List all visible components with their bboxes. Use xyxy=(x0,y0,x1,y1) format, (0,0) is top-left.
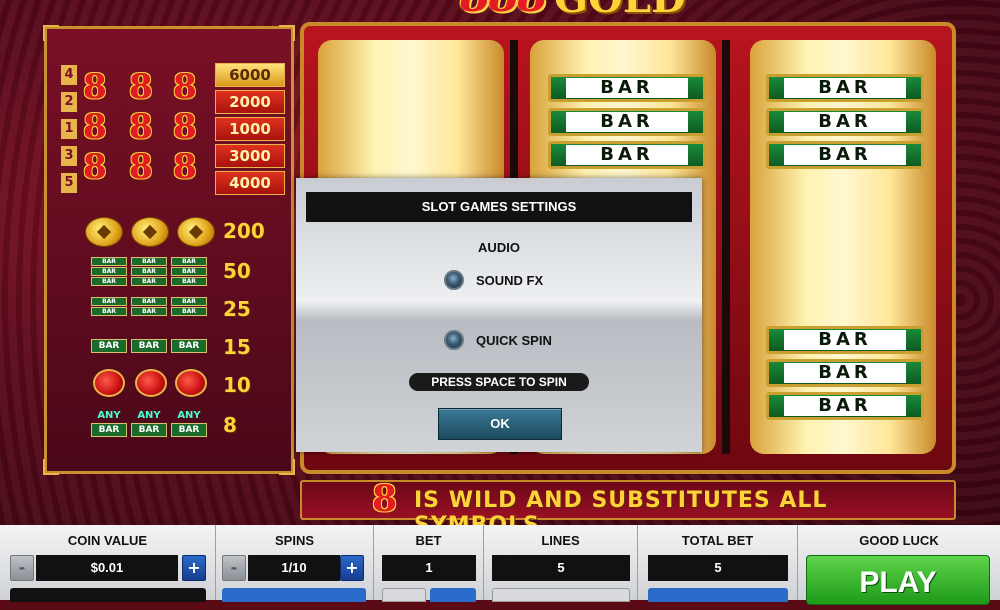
wild-eight-symbol: 8 xyxy=(372,478,398,520)
logo-word: GOLD xyxy=(554,0,686,22)
triple-bar-icon: BAR BAR BAR xyxy=(171,257,207,287)
line-win-value: 3000 xyxy=(215,144,285,168)
pay-value: 25 xyxy=(223,297,251,321)
quick-spin-label: QUICK SPIN xyxy=(476,332,552,348)
pay-value: 50 xyxy=(223,259,251,283)
pay-value: 200 xyxy=(223,219,265,243)
spins-increase-button[interactable]: + xyxy=(340,555,364,581)
any-bar-icon: BAR xyxy=(91,423,127,438)
total-bet-panel: TOTAL BET 5 xyxy=(638,525,798,602)
dialog-title: SLOT GAMES SETTINGS xyxy=(306,192,692,222)
settings-dialog: SLOT GAMES SETTINGS AUDIO SOUND FX QUICK… xyxy=(296,178,702,452)
sound-fx-radio[interactable] xyxy=(444,270,464,290)
bar-symbol: BAR xyxy=(766,141,924,169)
line-win-value: 1000 xyxy=(215,117,285,141)
corner-ornament xyxy=(279,459,295,475)
spins-display: 1/10 xyxy=(248,555,340,581)
coin-icon xyxy=(131,217,169,247)
pay-value: 10 xyxy=(223,373,251,397)
triple-bar-icon: BAR BAR BAR xyxy=(131,257,167,287)
double-bar-icon: BAR BAR xyxy=(171,297,207,317)
reel-divider xyxy=(722,40,730,454)
any-label: ANY xyxy=(97,410,121,421)
bar-symbol: BAR xyxy=(548,141,706,169)
ok-button[interactable]: OK xyxy=(438,408,562,440)
coin-value-label: COIN VALUE xyxy=(67,533,148,548)
corner-ornament xyxy=(279,25,295,41)
spins-panel: SPINS - 1/10 + xyxy=(216,525,374,602)
lantern-icon xyxy=(93,369,125,397)
bet-display: 1 xyxy=(382,555,476,581)
single-bar-icon: BAR xyxy=(171,339,207,354)
corner-ornament xyxy=(43,459,59,475)
coin-icon xyxy=(85,217,123,247)
coin-icon xyxy=(177,217,215,247)
eight-symbol: 8 xyxy=(173,67,197,107)
line-win-value: 6000 xyxy=(215,63,285,87)
wild-banner: 8 IS WILD AND SUBSTITUTES ALL SYMBOLS xyxy=(300,478,956,538)
pay-value: 8 xyxy=(223,413,237,437)
any-label: ANY xyxy=(177,410,201,421)
lines-panel: LINES 5 xyxy=(484,525,638,602)
double-bar-icon: BAR BAR xyxy=(91,297,127,317)
line-win-value: 2000 xyxy=(215,90,285,114)
double-bar-icon: BAR BAR xyxy=(131,297,167,317)
bar-symbol: BAR xyxy=(766,359,924,387)
payline-number: 2 xyxy=(61,92,77,112)
lantern-icon xyxy=(135,369,167,397)
coin-value-display: $0.01 xyxy=(36,555,178,581)
sound-fx-option[interactable]: SOUND FX xyxy=(444,268,543,292)
play-button[interactable]: PLAY xyxy=(806,555,990,605)
spins-label: SPINS xyxy=(274,533,314,548)
line-win-value: 4000 xyxy=(215,171,285,195)
single-bar-icon: BAR xyxy=(91,339,127,354)
lantern-icon xyxy=(175,369,207,397)
eight-symbol: 8 xyxy=(129,147,153,187)
single-bar-icon: BAR xyxy=(131,339,167,354)
any-bar-icon: BAR xyxy=(131,423,167,438)
press-space-hint: PRESS SPACE TO SPIN xyxy=(409,373,589,391)
any-bar-icon: BAR xyxy=(171,423,207,438)
spins-decrease-button[interactable]: - xyxy=(222,555,246,581)
pay-value: 15 xyxy=(223,335,251,359)
bar-symbol: BAR xyxy=(766,74,924,102)
bar-symbol: BAR xyxy=(766,326,924,354)
triple-bar-icon: BAR BAR BAR xyxy=(91,257,127,287)
bet-panel: BET 1 xyxy=(374,525,484,602)
coin-value-increase-button[interactable]: + xyxy=(182,555,206,581)
logo-number: 888 xyxy=(460,0,548,22)
bar-symbol: BAR xyxy=(548,108,706,136)
audio-section-label: AUDIO xyxy=(478,240,520,255)
quick-spin-option[interactable]: QUICK SPIN xyxy=(444,328,552,352)
payline-number: 5 xyxy=(61,173,77,193)
paytable: 4 2 1 3 5 8 8 8 8 8 8 8 8 8 6000 2000 10… xyxy=(43,25,295,475)
coin-value-panel: COIN VALUE - $0.01 + xyxy=(0,525,216,602)
eight-symbol: 8 xyxy=(129,107,153,147)
payline-number: 4 xyxy=(61,65,77,85)
total-bet-display: 5 xyxy=(648,555,788,581)
any-label: ANY xyxy=(137,410,161,421)
lines-label: LINES xyxy=(541,533,580,548)
game-logo: 888 GOLD xyxy=(460,0,686,22)
coin-value-decrease-button[interactable]: - xyxy=(10,555,34,581)
sound-fx-label: SOUND FX xyxy=(476,272,544,288)
lines-display: 5 xyxy=(492,555,630,581)
good-luck-label: GOOD LUCK xyxy=(859,533,939,548)
bar-symbol: BAR xyxy=(766,392,924,420)
eight-symbol: 8 xyxy=(83,147,107,187)
eight-symbol: 8 xyxy=(129,67,153,107)
eight-symbol: 8 xyxy=(83,67,107,107)
bar-symbol: BAR xyxy=(766,108,924,136)
corner-ornament xyxy=(43,25,59,41)
payline-number: 3 xyxy=(61,146,77,166)
bar-symbol: BAR xyxy=(548,74,706,102)
eight-symbol: 8 xyxy=(83,107,107,147)
control-bar: COIN VALUE - $0.01 + SPINS - 1/10 + BET … xyxy=(0,525,1000,605)
eight-symbol: 8 xyxy=(173,107,197,147)
payline-number: 1 xyxy=(61,119,77,139)
quick-spin-radio[interactable] xyxy=(444,330,464,350)
total-bet-label: TOTAL BET xyxy=(681,533,754,548)
eight-symbol: 8 xyxy=(173,147,197,187)
bet-label: BET xyxy=(415,533,442,548)
